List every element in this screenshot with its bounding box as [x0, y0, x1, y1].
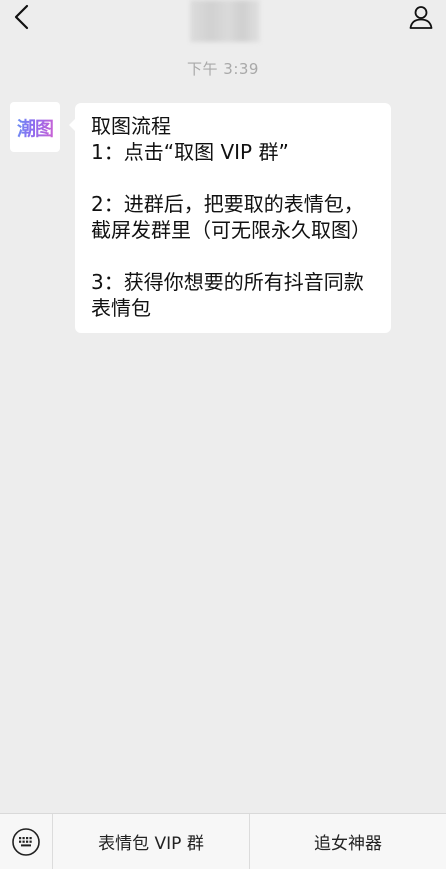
message-bubble[interactable]: 取图流程 1：点击“取图 VIP 群” 2：进群后，把要取的表情包，截屏发群里（…	[75, 103, 391, 333]
menu-item-vip-group[interactable]: 表情包 VIP 群	[53, 814, 249, 869]
top-bar	[0, 0, 446, 44]
person-icon	[409, 6, 433, 29]
message-line: 取图流程	[91, 114, 171, 138]
message-timestamp: 下午 3:39	[187, 60, 259, 78]
menu-item-dating-tool[interactable]: 追女神器	[249, 814, 446, 869]
message-line: 2：进群后，把要取的表情包，截屏发群里（可无限永久取图）	[91, 192, 371, 242]
chat-title-blurred	[190, 0, 260, 42]
message-line: 1：点击“取图 VIP 群”	[91, 140, 289, 164]
profile-button[interactable]	[408, 4, 434, 30]
bottom-menu-bar: 表情包 VIP 群 追女神器	[0, 813, 446, 869]
message-line: 3：获得你想要的所有抖音同款表情包	[91, 270, 364, 320]
keyboard-toggle-button[interactable]	[0, 814, 53, 869]
back-button[interactable]	[10, 4, 36, 30]
avatar[interactable]: 潮图	[10, 102, 60, 152]
keyboard-icon	[12, 827, 40, 856]
chevron-left-icon	[14, 4, 29, 30]
